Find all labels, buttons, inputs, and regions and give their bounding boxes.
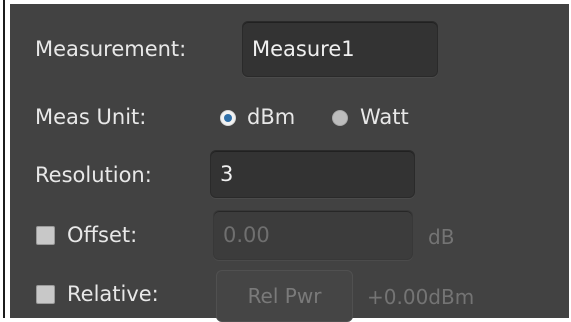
meas-unit-label: Meas Unit: xyxy=(35,105,147,129)
measurement-label: Measurement: xyxy=(35,37,187,61)
measurement-value: Measure1 xyxy=(252,37,355,61)
offset-unit: dB xyxy=(428,225,455,249)
radio-dbm[interactable] xyxy=(220,110,236,126)
relative-reading: +0.00dBm xyxy=(367,285,475,309)
border-line xyxy=(3,0,5,318)
offset-input[interactable]: 0.00 xyxy=(213,210,413,260)
rel-pwr-button-label: Rel Pwr xyxy=(247,284,322,308)
radio-watt-label[interactable]: Watt xyxy=(360,105,409,129)
resolution-input[interactable]: 3 xyxy=(210,150,415,198)
radio-watt[interactable] xyxy=(332,110,348,126)
radio-dbm-label[interactable]: dBm xyxy=(247,105,295,129)
relative-label[interactable]: Relative: xyxy=(67,282,159,306)
rel-pwr-button[interactable]: Rel Pwr xyxy=(216,270,353,322)
measurement-input[interactable]: Measure1 xyxy=(242,21,438,77)
offset-value: 0.00 xyxy=(223,223,270,247)
resolution-label: Resolution: xyxy=(35,163,152,187)
offset-label[interactable]: Offset: xyxy=(67,223,137,247)
relative-checkbox[interactable] xyxy=(36,285,55,304)
settings-panel: Measurement: Measure1 Meas Unit: dBm Wat… xyxy=(10,0,571,322)
offset-checkbox[interactable] xyxy=(36,226,55,245)
left-border xyxy=(0,0,10,318)
resolution-value: 3 xyxy=(220,162,234,186)
top-edge xyxy=(10,0,571,4)
